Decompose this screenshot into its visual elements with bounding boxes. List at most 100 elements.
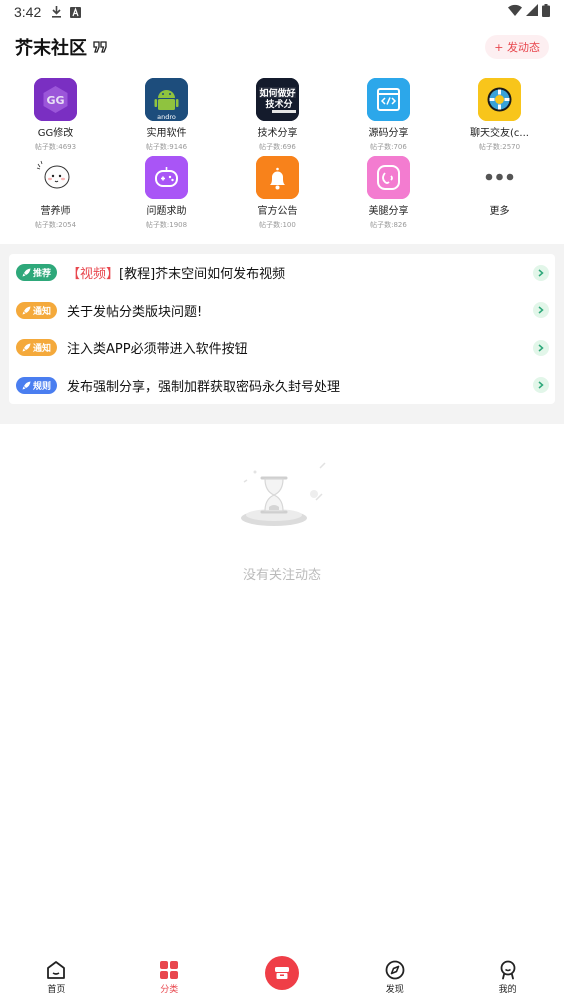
category-name: 技术分享 [257,128,298,139]
category-count: 帖子数:100 [259,221,296,229]
rocket-icon [22,268,31,277]
empty-state: 没有关注动态 [0,460,564,583]
notice-badge: 通知 [16,339,58,357]
category-tech-share[interactable]: 如何做好 技术分 技术分享 帖子数:696 [222,78,333,156]
notification-a-icon [70,6,82,18]
code-icon [367,78,410,121]
store-icon [264,956,299,990]
category-name: 更多 [489,206,510,217]
section-divider [0,406,564,424]
category-name: 美腿分享 [368,206,409,217]
home-icon [47,961,66,979]
category-name: GG修改 [37,128,74,139]
category-count: 帖子数:826 [370,221,407,229]
notice-item[interactable]: 通知 注入类APP必须带进入软件按钮 [9,329,555,367]
category-more[interactable]: 更多 [444,156,555,234]
tab-label: 发现 [385,985,404,995]
community-title: 芥末社区 [15,38,87,59]
category-icon [160,961,179,979]
svg-text:andro: andro [157,113,176,121]
android-icon: andro [145,78,188,121]
notice-badge: 规则 [16,376,58,394]
bottom-tab-bar: 首页 分类 发现 我的 [0,950,564,1004]
section-divider [0,244,564,254]
compass-icon [385,960,405,980]
rocket-icon [22,306,31,315]
empty-state-text: 没有关注动态 [242,568,321,583]
category-count: 帖子数:9146 [145,143,188,151]
category-grid: GG GG修改 帖子数:4693 andro 实用软件 帖子数:9146 如何做… [0,78,564,234]
notice-item[interactable]: 规则 发布强制分享，强制加群获取密码永久封号处理 [9,367,555,405]
post-dynamic-button[interactable]: + 发动态 [485,35,549,59]
gamepad-icon [145,156,188,199]
notice-badge-label: 推荐 [33,269,52,280]
notice-tag: 【视频】 [67,267,120,283]
notice-title: 发布强制分享，强制加群获取密码永久封号处理 [67,379,341,395]
category-count: 帖子数:706 [370,143,407,151]
cartoon-icon [34,156,77,199]
notice-title: 关于发帖分类版块问题! [67,304,203,320]
category-count: 帖子数:1908 [145,221,188,229]
notice-badge-label: 通知 [33,306,52,317]
svg-text:技术分: 技术分 [265,98,292,110]
signal-icon [526,4,538,20]
rocket-icon [22,343,31,352]
category-name: 营养师 [40,206,71,217]
notice-badge: 通知 [16,301,58,319]
status-bar: 3:42 [0,0,564,24]
chevron-right-icon[interactable] [533,302,549,319]
category-count: 帖子数:2570 [478,143,521,151]
category-name: 聊天交友(c... [470,128,529,139]
download-icon [51,6,62,18]
notice-item[interactable]: 推荐 【视频】[教程]芥末空间如何发布视频 [9,254,555,292]
category-chat-friends[interactable]: 聊天交友(c... 帖子数:2570 [444,78,555,156]
status-time: 3:42 [14,4,42,20]
chevron-right-icon[interactable] [533,339,549,356]
more-icon [478,156,521,199]
svg-text:GG: GG [46,94,64,107]
category-count: 帖子数:696 [259,143,296,151]
quote-icon[interactable] [93,41,108,53]
notice-title: [教程]芥末空间如何发布视频 [119,267,286,283]
notice-card: 推荐 【视频】[教程]芥末空间如何发布视频 通知 关于发帖分类版块问题! 通知 … [9,254,555,404]
tab-discover[interactable]: 发现 [338,950,451,1004]
category-name: 源码分享 [368,128,409,139]
category-name: 实用软件 [146,128,187,139]
tab-profile[interactable]: 我的 [451,950,564,1004]
category-help[interactable]: 问题求助 帖子数:1908 [111,156,222,234]
tab-label: 我的 [498,985,517,995]
battery-icon [542,3,550,21]
rocket-icon [22,381,31,390]
bell-icon [256,156,299,199]
category-name: 问题求助 [146,206,187,217]
hourglass-icon [232,460,332,534]
category-source-code[interactable]: 源码分享 帖子数:706 [333,78,444,156]
tab-label: 首页 [47,985,66,995]
tab-category[interactable]: 分类 [113,950,226,1004]
category-legs-share[interactable]: 美腿分享 帖子数:826 [333,156,444,234]
notice-badge-label: 规则 [33,381,52,392]
tab-home[interactable]: 首页 [0,950,113,1004]
notice-badge-label: 通知 [33,344,52,355]
app-header: 芥末社区 + 发动态 [0,30,564,64]
wifi-icon [508,4,522,20]
tab-store[interactable] [226,950,339,1004]
lifebuoy-icon [478,78,521,121]
tech-share-icon: 如何做好 技术分 [256,78,299,121]
notice-section: 推荐 【视频】[教程]芥末空间如何发布视频 通知 关于发帖分类版块问题! 通知 … [0,254,564,406]
category-name: 官方公告 [257,206,298,217]
category-nutritionist[interactable]: 营养师 帖子数:2054 [0,156,111,234]
notice-text: 【视频】[教程]芥末空间如何发布视频 [67,263,285,282]
gg-icon: GG [34,78,77,121]
chevron-right-icon[interactable] [533,264,549,281]
category-count: 帖子数:4693 [34,143,77,151]
category-official-notice[interactable]: 官方公告 帖子数:100 [222,156,333,234]
notice-title: 注入类APP必须带进入软件按钮 [67,342,248,358]
chevron-right-icon[interactable] [533,377,549,394]
tab-label: 分类 [160,985,179,995]
face-icon [367,156,410,199]
category-gg-modify[interactable]: GG GG修改 帖子数:4693 [0,78,111,156]
notice-badge: 推荐 [16,264,58,282]
notice-item[interactable]: 通知 关于发帖分类版块问题! [9,292,555,330]
category-useful-software[interactable]: andro 实用软件 帖子数:9146 [111,78,222,156]
